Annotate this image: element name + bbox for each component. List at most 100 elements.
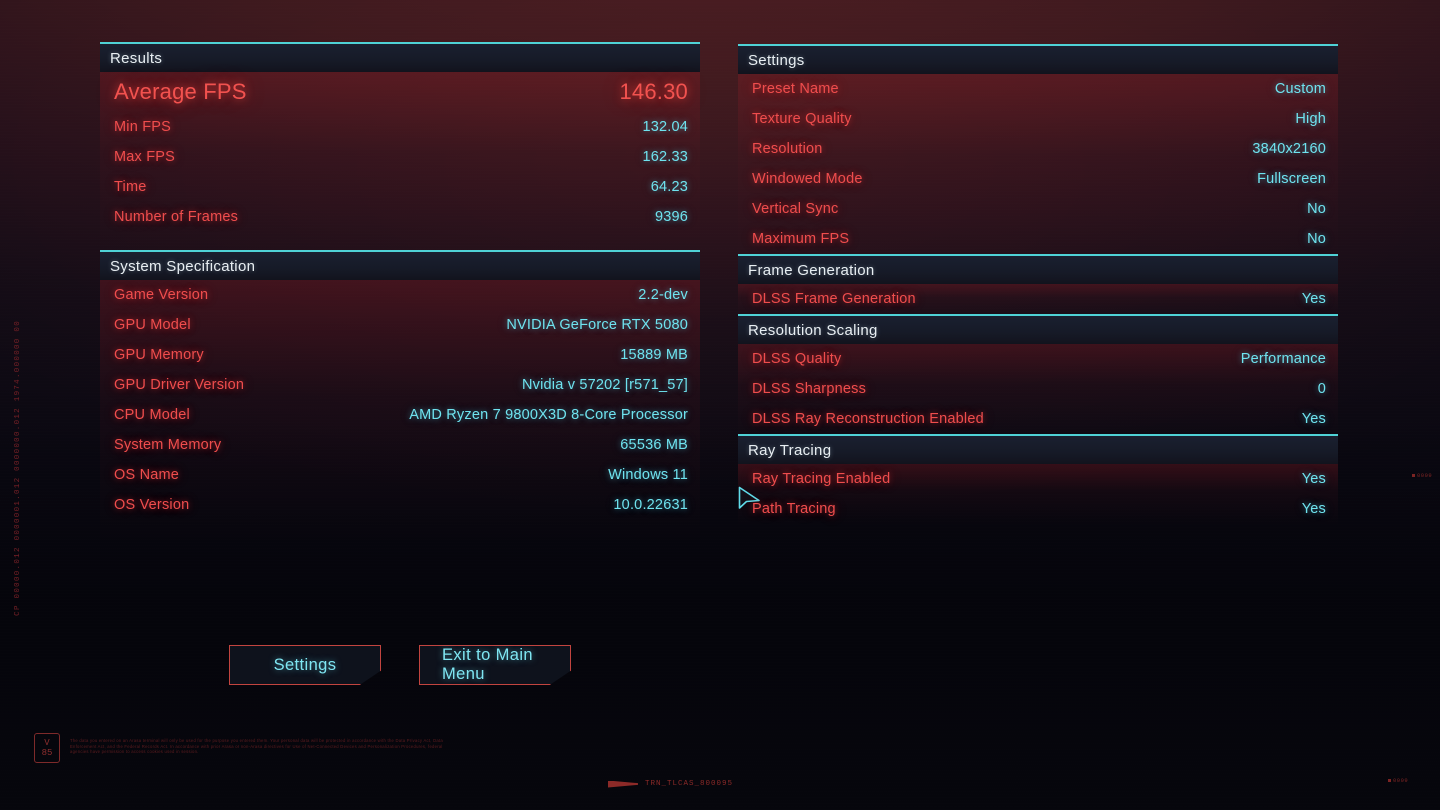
- table-row: OS Name Windows 11: [100, 460, 700, 490]
- row-value: Custom: [1274, 81, 1326, 97]
- table-row: Game Version 2.2-dev: [100, 280, 700, 310]
- row-label: GPU Driver Version: [114, 377, 245, 393]
- corner-mark-text: 0009: [1393, 777, 1409, 784]
- table-row: GPU Memory 15889 MB: [100, 340, 700, 370]
- table-row: Texture Quality High: [738, 104, 1338, 134]
- row-value: 10.0.22631: [613, 497, 688, 513]
- group-frame-generation: Frame Generation DLSS Frame Generation Y…: [738, 254, 1338, 314]
- group-header-resolution-scaling: Resolution Scaling: [738, 314, 1338, 344]
- group-header-results: Results: [100, 42, 700, 72]
- watermark-text: TRN_TLCAS_800095: [645, 780, 734, 788]
- group-body-frame-generation: DLSS Frame Generation Yes: [738, 284, 1338, 314]
- row-value: No: [1307, 201, 1326, 217]
- table-row: Maximum FPS No: [738, 224, 1338, 254]
- row-value: Windows 11: [608, 467, 688, 483]
- row-value: Performance: [1240, 351, 1326, 367]
- table-row: DLSS Frame Generation Yes: [738, 284, 1338, 314]
- table-row: Average FPS 146.30: [100, 72, 700, 112]
- row-label: Average FPS: [114, 79, 247, 104]
- row-value: 65536 MB: [620, 437, 688, 453]
- row-value: High: [1295, 111, 1326, 127]
- group-header-settings: Settings: [738, 44, 1338, 74]
- badge-top-text: V: [44, 738, 50, 748]
- table-row: Vertical Sync No: [738, 194, 1338, 224]
- exit-to-main-menu-button[interactable]: Exit to Main Menu: [419, 645, 571, 685]
- table-row: Resolution 3840x2160: [738, 134, 1338, 164]
- row-label: DLSS Sharpness: [752, 381, 867, 397]
- corner-mark-right-bottom: 0009: [1388, 777, 1408, 784]
- table-row: Ray Tracing Enabled Yes: [738, 464, 1338, 494]
- table-row: DLSS Ray Reconstruction Enabled Yes: [738, 404, 1338, 434]
- side-serial-code: CP 00000.012 0000001.012 0000000.012 197…: [14, 320, 22, 616]
- group-title: System Specification: [110, 257, 256, 275]
- row-value: 3840x2160: [1252, 141, 1326, 157]
- row-value: 146.30: [619, 79, 688, 104]
- group-settings: Settings Preset Name Custom Texture Qual…: [738, 44, 1338, 254]
- footer-legal-block: V 85 The data you entered on an Arasa te…: [34, 733, 460, 763]
- row-label: OS Name: [114, 467, 180, 483]
- row-value: 162.33: [642, 149, 688, 165]
- table-row: Min FPS 132.04: [100, 112, 700, 142]
- row-value: Yes: [1301, 291, 1326, 307]
- table-row: Preset Name Custom: [738, 74, 1338, 104]
- row-label: Preset Name: [752, 81, 839, 97]
- row-value: 9396: [654, 209, 688, 225]
- group-body-system-specification: Game Version 2.2-dev GPU Model NVIDIA Ge…: [100, 280, 700, 538]
- group-system-specification: System Specification Game Version 2.2-de…: [100, 250, 700, 538]
- group-ray-tracing: Ray Tracing Ray Tracing Enabled Yes Path…: [738, 434, 1338, 524]
- group-resolution-scaling: Resolution Scaling DLSS Quality Performa…: [738, 314, 1338, 434]
- row-label: Time: [114, 179, 147, 195]
- square-dot-icon: [1388, 779, 1391, 782]
- row-label: Maximum FPS: [752, 231, 850, 247]
- row-label: OS Version: [114, 497, 190, 513]
- group-title: Settings: [748, 51, 805, 69]
- corner-mark-right-middle: 0009: [1412, 472, 1432, 479]
- row-value: Fullscreen: [1257, 171, 1326, 187]
- wedge-icon: [608, 780, 638, 788]
- table-row: Max FPS 162.33: [100, 142, 700, 172]
- row-label: Min FPS: [114, 119, 171, 135]
- group-body-ray-tracing: Ray Tracing Enabled Yes Path Tracing Yes: [738, 464, 1338, 524]
- button-bar: Settings Exit to Main Menu: [229, 645, 571, 685]
- row-value: 2.2-dev: [638, 287, 688, 303]
- row-label: Max FPS: [114, 149, 176, 165]
- row-value: 0: [1317, 381, 1326, 397]
- corner-mark-text: 0009: [1417, 472, 1433, 479]
- badge-bottom-text: 85: [41, 748, 53, 758]
- row-value: Yes: [1301, 501, 1326, 517]
- row-label: Windowed Mode: [752, 171, 863, 187]
- table-row: Path Tracing Yes: [738, 494, 1338, 524]
- square-dot-icon: [1412, 474, 1415, 477]
- row-label: Resolution: [752, 141, 823, 157]
- row-label: GPU Model: [114, 317, 191, 333]
- group-title: Ray Tracing: [748, 441, 832, 459]
- row-value: 15889 MB: [620, 347, 688, 363]
- table-row: Time 64.23: [100, 172, 700, 202]
- row-label: CPU Model: [114, 407, 190, 423]
- group-header-system-specification: System Specification: [100, 250, 700, 280]
- row-value: 64.23: [650, 179, 688, 195]
- row-value: No: [1307, 231, 1326, 247]
- row-label: DLSS Quality: [752, 351, 842, 367]
- group-header-frame-generation: Frame Generation: [738, 254, 1338, 284]
- table-row: DLSS Sharpness 0: [738, 374, 1338, 404]
- group-results: Results Average FPS 146.30 Min FPS 132.0…: [100, 42, 700, 250]
- settings-button[interactable]: Settings: [229, 645, 381, 685]
- table-row: Number of Frames 9396: [100, 202, 700, 232]
- group-body-results: Average FPS 146.30 Min FPS 132.04 Max FP…: [100, 72, 700, 250]
- row-label: Number of Frames: [114, 209, 239, 225]
- row-value: AMD Ryzen 7 9800X3D 8-Core Processor: [409, 407, 688, 423]
- row-label: Game Version: [114, 287, 209, 303]
- group-body-resolution-scaling: DLSS Quality Performance DLSS Sharpness …: [738, 344, 1338, 434]
- row-label: Vertical Sync: [752, 201, 839, 217]
- table-row: GPU Driver Version Nvidia v 57202 [r571_…: [100, 370, 700, 400]
- table-row: DLSS Quality Performance: [738, 344, 1338, 374]
- settings-panel: Settings Preset Name Custom Texture Qual…: [738, 44, 1338, 524]
- group-header-ray-tracing: Ray Tracing: [738, 434, 1338, 464]
- row-label: System Memory: [114, 437, 222, 453]
- row-value: Yes: [1301, 411, 1326, 427]
- row-label: Texture Quality: [752, 111, 852, 127]
- footer-watermark: TRN_TLCAS_800095: [608, 780, 733, 788]
- row-value: Nvidia v 57202 [r571_57]: [521, 377, 688, 393]
